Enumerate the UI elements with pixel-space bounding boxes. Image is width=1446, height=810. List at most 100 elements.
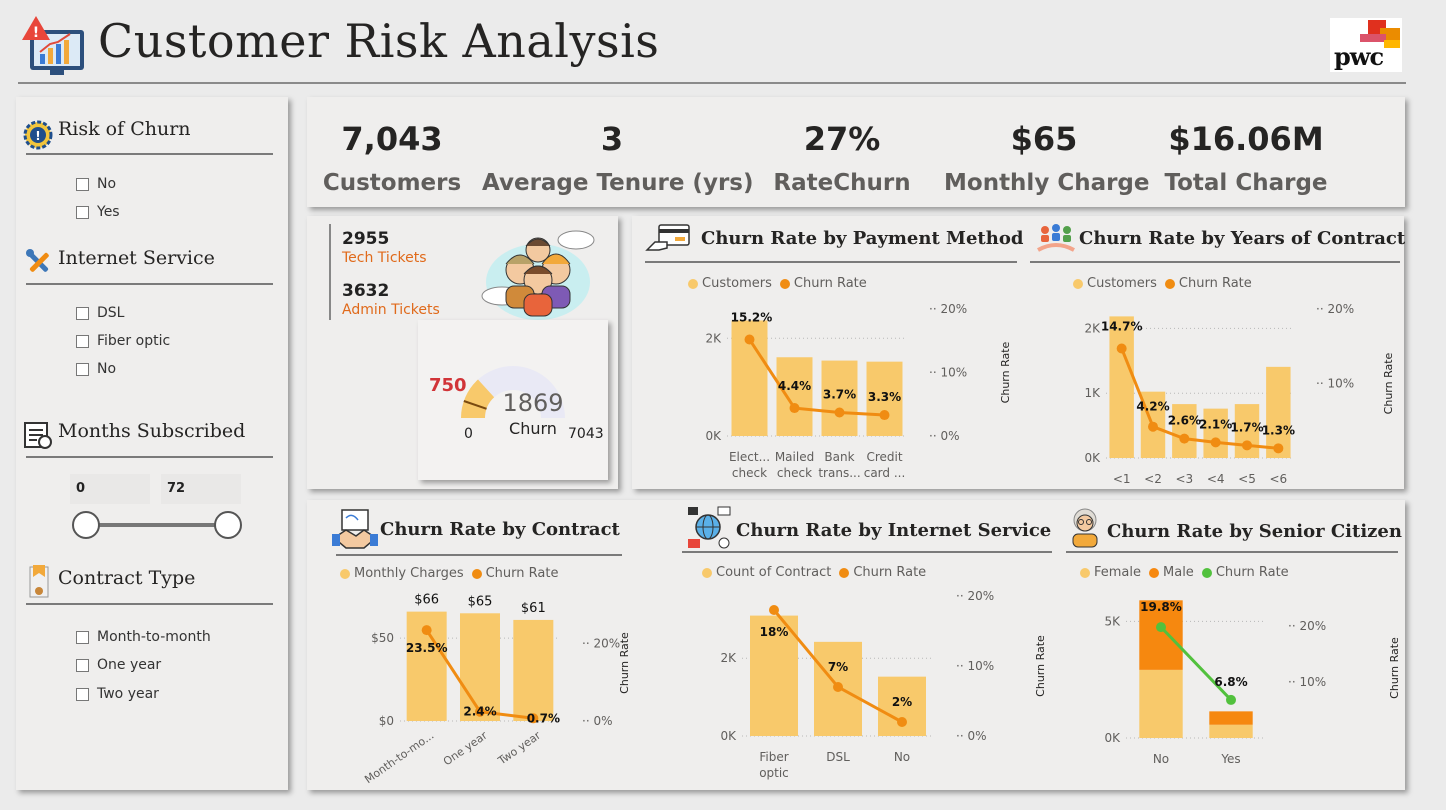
churn-rate-label: 2.1% [1199,417,1232,431]
x-tick-label: DSL [826,750,850,764]
y2-tick-label: ·· 20% [929,302,967,316]
internet-service-chart: 2K 0K ·· 20% ·· 10% ·· 0% Churn Rate Fiber opti… [720,589,1047,780]
handshake-icon [332,508,378,552]
y2-tick-label: ·· 10% [956,659,994,673]
x-tick-label: Elect... [729,450,770,464]
svg-text:!: ! [33,25,39,41]
churn-rate-label: 14.7% [1101,319,1143,333]
legend-label: Female [1094,565,1142,580]
churn-rate-label: 2.4% [463,705,496,719]
months-max-input[interactable]: 72 [161,474,241,504]
checkbox-box[interactable] [76,362,89,376]
contract-chart: $50 $0 ·· 20% ·· 0% Churn Rate $66 Month-to-mo… [362,593,631,785]
checkbox-internet-dsl[interactable]: DSL [76,305,124,321]
legend-label: Churn Rate [793,276,867,291]
churn-rate-label: 15.2% [731,310,773,324]
checkbox-contract-monthly[interactable]: Month-to-month [76,629,211,645]
churn-rate-point [1226,694,1236,705]
credit-card-icon [645,222,693,254]
senior-citizen-chart: 5K 0K ·· 20% ·· 10% Churn Rate No Yes 19.8% 6.8% [1104,600,1401,766]
checkbox-contract-one-year[interactable]: One year [76,657,161,673]
x-tick-label: <5 [1238,472,1256,485]
churn-rate-label: 3.7% [823,388,856,402]
legend-payment: Customers Churn Rate [688,276,867,291]
checkbox-label: Month-to-month [97,629,211,645]
x-tick-label: Mailed [775,450,814,464]
legend-years: Customers Churn Rate [1073,276,1252,291]
legend-dot-customers [688,278,698,289]
checkbox-internet-no[interactable]: No [76,361,116,377]
range-slider-track[interactable] [86,523,228,527]
chart-divider [1030,261,1400,263]
x-tick-label: No [1153,752,1169,766]
churn-rate-point [1116,343,1127,354]
legend-label: Churn Rate [1215,565,1289,580]
chart-divider [682,551,1052,553]
bar-value-label: $61 [521,601,546,616]
contract-doc-icon [27,563,51,599]
checkbox-churn-no[interactable]: No [76,176,116,192]
churn-rate-point [744,334,755,345]
slicer-title-months: Months Subscribed [58,420,246,442]
checkbox-box[interactable] [76,334,89,348]
checkbox-churn-yes[interactable]: Yes [76,204,120,220]
y2-tick-label: ·· 10% [1288,675,1326,689]
checkbox-box[interactable] [76,687,89,701]
churn-rate-point [1148,421,1158,432]
churn-rate-point [834,407,845,418]
y2-axis-title: Churn Rate [1382,352,1395,414]
legend-dot-male [1149,567,1160,578]
churn-rate-label: 3.3% [868,390,901,404]
legend-dot-count-of-contract [702,567,712,578]
kpi-ratechurn-label: RateChurn [773,170,911,196]
x-tick-label: <1 [1113,472,1131,485]
y-tick-label: 0K [720,729,737,743]
legend-dot-churn-rate [779,278,790,289]
churn-rate-label: 7% [828,660,848,674]
y2-axis-title: Churn Rate [999,341,1012,403]
checkbox-box[interactable] [76,306,89,320]
checkbox-box[interactable] [76,630,89,644]
y-tick-label: 1K [1084,386,1101,400]
legend-dot-churn-rate [839,567,850,578]
legend-internet: Count of Contract Churn Rate [702,565,926,580]
x-tick-label: <2 [1144,472,1162,485]
x-tick-label: optic [759,766,789,780]
churn-rate-point [1156,622,1166,633]
y-tick-label: 2K [1084,321,1101,335]
churn-rate-label: 2.6% [1168,414,1201,428]
x-tick-label: Bank [824,450,854,464]
x-tick-label: No [894,750,910,764]
churn-rate-point [897,717,907,727]
churn-rate-label: 19.8% [1140,600,1182,614]
gauge-target-label: 750 [429,375,467,396]
y-tick-label: $50 [371,631,394,645]
gauge-value: 1869 [502,389,564,417]
churn-rate-point [769,605,779,615]
range-slider-handle-max[interactable] [214,511,242,539]
churn-rate-point [1210,437,1221,448]
internet-globe-icon [686,505,732,551]
legend-dot-churn-rate [471,568,482,579]
legend-label: Monthly Charges [354,566,464,581]
bar-value-label: $66 [414,593,439,608]
x-tick-label: Month-to-mo... [362,729,436,785]
y2-tick-label: ·· 0% [956,729,986,743]
calendar-icon [22,419,54,451]
checkbox-internet-fiber[interactable]: Fiber optic [76,333,170,349]
checkbox-contract-two-year[interactable]: Two year [76,686,159,702]
churn-rate-point [1179,433,1190,444]
logo-text: pwc [1334,42,1384,71]
range-slider-handle-min[interactable] [72,511,100,539]
churn-rate-label: 2% [892,695,912,709]
months-min-input[interactable]: 0 [70,474,150,504]
x-tick-label: Yes [1220,752,1240,766]
checkbox-box[interactable] [76,205,89,219]
legend-contract: Monthly Charges Churn Rate [340,566,558,581]
checkbox-box[interactable] [76,177,89,191]
churn-rate-point [879,410,890,421]
kpi-monthly-value: $65 [1010,120,1078,158]
checkbox-box[interactable] [76,658,89,672]
header-icon: ! [18,14,88,78]
slicer-divider [26,456,273,458]
